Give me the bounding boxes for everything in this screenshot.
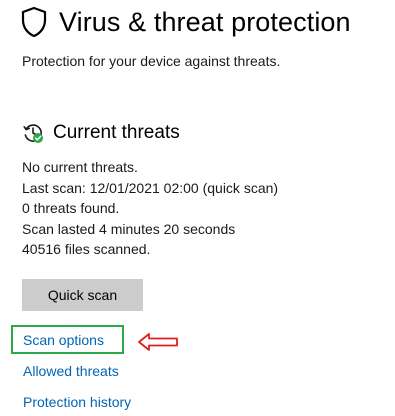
section-title: Current threats bbox=[53, 122, 180, 143]
last-scan-line: Last scan: 12/01/2021 02:00 (quick scan) bbox=[22, 179, 279, 196]
page-title: Virus & threat protection bbox=[59, 6, 351, 37]
allowed-threats-link[interactable]: Allowed threats bbox=[23, 363, 119, 379]
protection-history-link[interactable]: Protection history bbox=[23, 394, 131, 410]
scan-duration-line: Scan lasted 4 minutes 20 seconds bbox=[22, 220, 236, 237]
clock-check-icon bbox=[23, 124, 43, 143]
current-threats-heading: Current threats bbox=[22, 120, 180, 146]
threats-found-line: 0 threats found. bbox=[22, 200, 120, 216]
scan-info: No current threats. Last scan: 12/01/202… bbox=[22, 157, 278, 260]
files-scanned-line: 40516 files scanned. bbox=[22, 241, 151, 257]
page-subtitle: Protection for your device against threa… bbox=[22, 53, 281, 69]
page-header: Virus & threat protection bbox=[21, 4, 351, 40]
quick-scan-button[interactable]: Quick scan bbox=[22, 279, 143, 311]
shield-icon bbox=[21, 6, 47, 38]
scan-options-link[interactable]: Scan options bbox=[23, 332, 104, 348]
left-arrow-icon bbox=[138, 333, 178, 351]
status-line: No current threats. bbox=[22, 159, 138, 175]
